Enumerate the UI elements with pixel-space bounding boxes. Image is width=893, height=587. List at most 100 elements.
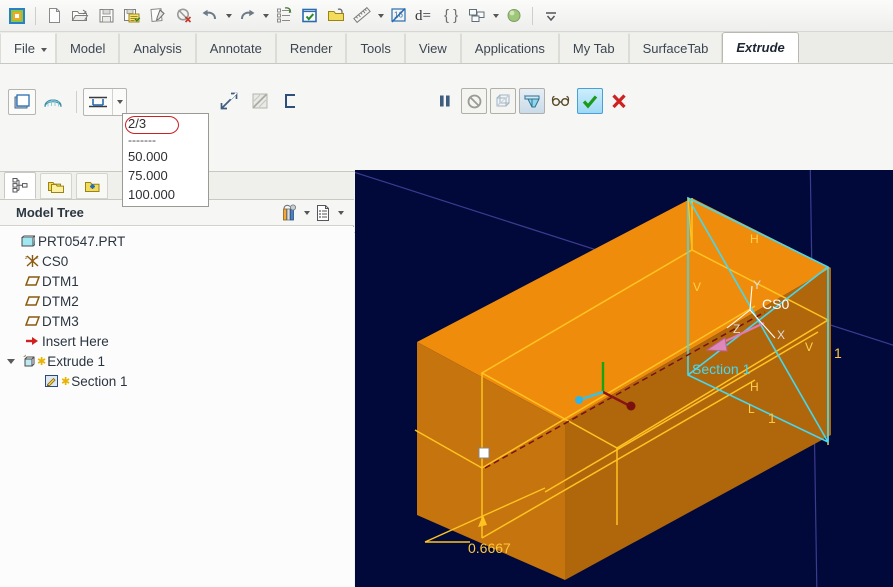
tree-settings-button[interactable] — [278, 202, 300, 224]
tree-expander-expanded-icon[interactable] — [4, 356, 18, 366]
tree-item-part[interactable]: PRT0547.PRT — [0, 231, 354, 251]
axis-label-y: Y — [753, 278, 762, 292]
new-file-icon[interactable] — [42, 4, 66, 28]
tree-item-section-1[interactable]: ✱ Section 1 — [0, 371, 354, 391]
extrude-as-surface-button[interactable] — [39, 89, 67, 115]
window-icon[interactable] — [465, 4, 489, 28]
depth-value-dropdown[interactable]: 2/3 ------- 50.000 75.000 100.000 — [122, 113, 209, 207]
undo-dropdown-caret-icon[interactable] — [223, 4, 234, 28]
tab-extrude[interactable]: Extrude — [722, 32, 799, 63]
save-as-icon[interactable] — [120, 4, 144, 28]
depth-dimension-label[interactable]: 0.6667 — [468, 540, 511, 556]
tree-item-dtm3[interactable]: DTM3 — [0, 311, 354, 331]
model-tree-tab[interactable] — [4, 172, 36, 199]
svg-text:{ }: { } — [444, 7, 458, 24]
dropdown-item-entered-value[interactable]: 2/3 — [123, 114, 208, 133]
svg-text:d=: d= — [415, 8, 431, 24]
measure-icon[interactable] — [350, 4, 374, 28]
tab-model[interactable]: Model — [55, 33, 120, 63]
graphics-window[interactable]: CS0 Section 1 0.6667 1 1 X Y Z H H V V L — [355, 170, 893, 587]
dim-label-bottom-1[interactable]: 1 — [768, 410, 776, 426]
open-folder-icon[interactable] — [324, 4, 348, 28]
parameters-icon[interactable]: { } — [439, 4, 463, 28]
tab-annotate[interactable]: Annotate — [195, 33, 276, 63]
undo-icon[interactable] — [198, 4, 222, 28]
flip-direction-button[interactable] — [215, 88, 243, 114]
window-dropdown-caret-icon[interactable] — [490, 4, 501, 28]
thicken-sketch-button[interactable] — [277, 88, 305, 114]
dropdown-item-75[interactable]: 75.000 — [123, 166, 208, 185]
overflow-icon[interactable] — [539, 4, 563, 28]
depth-type-group — [83, 88, 127, 116]
pause-button[interactable] — [432, 88, 458, 114]
extrude-icon — [18, 354, 38, 368]
insert-arrow-icon — [22, 335, 42, 347]
toolbar-separator-2 — [532, 6, 533, 25]
dim-label-right-1[interactable]: 1 — [834, 345, 842, 361]
drag-handle — [478, 447, 490, 459]
cancel-button[interactable] — [606, 88, 632, 114]
depth-type-dropdown-caret-icon[interactable] — [112, 89, 126, 115]
redo-icon[interactable] — [235, 4, 259, 28]
regenerate-check-icon[interactable] — [298, 4, 322, 28]
measure-dropdown-caret-icon[interactable] — [375, 4, 386, 28]
tree-item-part-label: PRT0547.PRT — [38, 233, 126, 249]
switch-dimensions-icon[interactable]: 16 — [387, 4, 411, 28]
tab-view-label: View — [418, 41, 447, 56]
tree-item-dtm1[interactable]: DTM1 — [0, 271, 354, 291]
tree-display-dropdown-caret-icon[interactable] — [334, 202, 346, 224]
tab-view[interactable]: View — [404, 33, 461, 63]
regenerate-icon[interactable] — [272, 4, 296, 28]
shaded-preview-button[interactable] — [519, 88, 545, 114]
navigator-panel: Model Tree PRT0547.PRT z x CS0 DTM1 DTM2… — [0, 172, 354, 587]
extrude-as-solid-button[interactable] — [8, 89, 36, 115]
relations-icon[interactable]: d= — [413, 4, 437, 28]
tab-render[interactable]: Render — [275, 33, 347, 63]
dropdown-item-50[interactable]: 50.000 — [123, 147, 208, 166]
no-hidden-preview-button[interactable] — [490, 88, 516, 114]
constraint-label-h-top: H — [750, 232, 759, 246]
chevron-down-icon — [40, 48, 47, 52]
tree-item-insert-here-label: Insert Here — [42, 333, 109, 349]
resume-button[interactable] — [461, 88, 487, 114]
dropdown-item-100[interactable]: 100.000 — [123, 185, 208, 204]
tab-file[interactable]: File — [0, 33, 56, 63]
print-icon[interactable] — [146, 4, 170, 28]
appearance-icon[interactable] — [502, 4, 526, 28]
close-window-icon[interactable] — [172, 4, 196, 28]
tree-item-insert-here[interactable]: Insert Here — [0, 331, 354, 351]
creo-parametric-window: 16 d= { } — [0, 0, 893, 587]
axis-label-x: X — [777, 328, 786, 342]
redo-dropdown-caret-icon[interactable] — [260, 4, 271, 28]
datum-plane-icon — [22, 275, 42, 287]
preview-glasses-button[interactable] — [548, 88, 574, 114]
accept-button[interactable] — [577, 88, 603, 114]
remove-material-button[interactable] — [246, 88, 274, 114]
ribbon-tab-bar: File Model Analysis Annotate Render Tool… — [0, 32, 893, 64]
tree-icon — [12, 178, 27, 193]
tree-item-extrude-1-label: Extrude 1 — [47, 353, 106, 369]
tab-annotate-label: Annotate — [209, 41, 262, 56]
tab-surface-tab[interactable]: SurfaceTab — [628, 33, 723, 63]
tab-analysis[interactable]: Analysis — [119, 33, 196, 63]
creo-logo-icon[interactable] — [5, 4, 29, 28]
open-file-icon[interactable] — [68, 4, 92, 28]
tab-tools[interactable]: Tools — [346, 33, 405, 63]
folder-browser-tab[interactable] — [40, 173, 72, 199]
constraint-label-l: L — [748, 402, 755, 416]
tree-item-extrude-1[interactable]: ✱ Extrude 1 — [0, 351, 354, 371]
tree-item-dtm3-label: DTM3 — [42, 313, 79, 329]
tree-item-cs0[interactable]: z x CS0 — [0, 251, 354, 271]
save-icon[interactable] — [94, 4, 118, 28]
tab-my-tab[interactable]: My Tab — [558, 33, 629, 63]
tree-item-dtm2[interactable]: DTM2 — [0, 291, 354, 311]
tree-settings-dropdown-caret-icon[interactable] — [300, 202, 312, 224]
csys-label: CS0 — [762, 296, 790, 312]
tab-applications[interactable]: Applications — [460, 33, 559, 63]
favorites-tab[interactable] — [76, 173, 108, 199]
model-graphics — [355, 170, 893, 587]
gear-tools-icon — [282, 204, 296, 221]
tree-display-button[interactable] — [312, 202, 334, 224]
constraint-label-v-right: V — [805, 340, 814, 354]
depth-type-button[interactable] — [84, 89, 112, 115]
